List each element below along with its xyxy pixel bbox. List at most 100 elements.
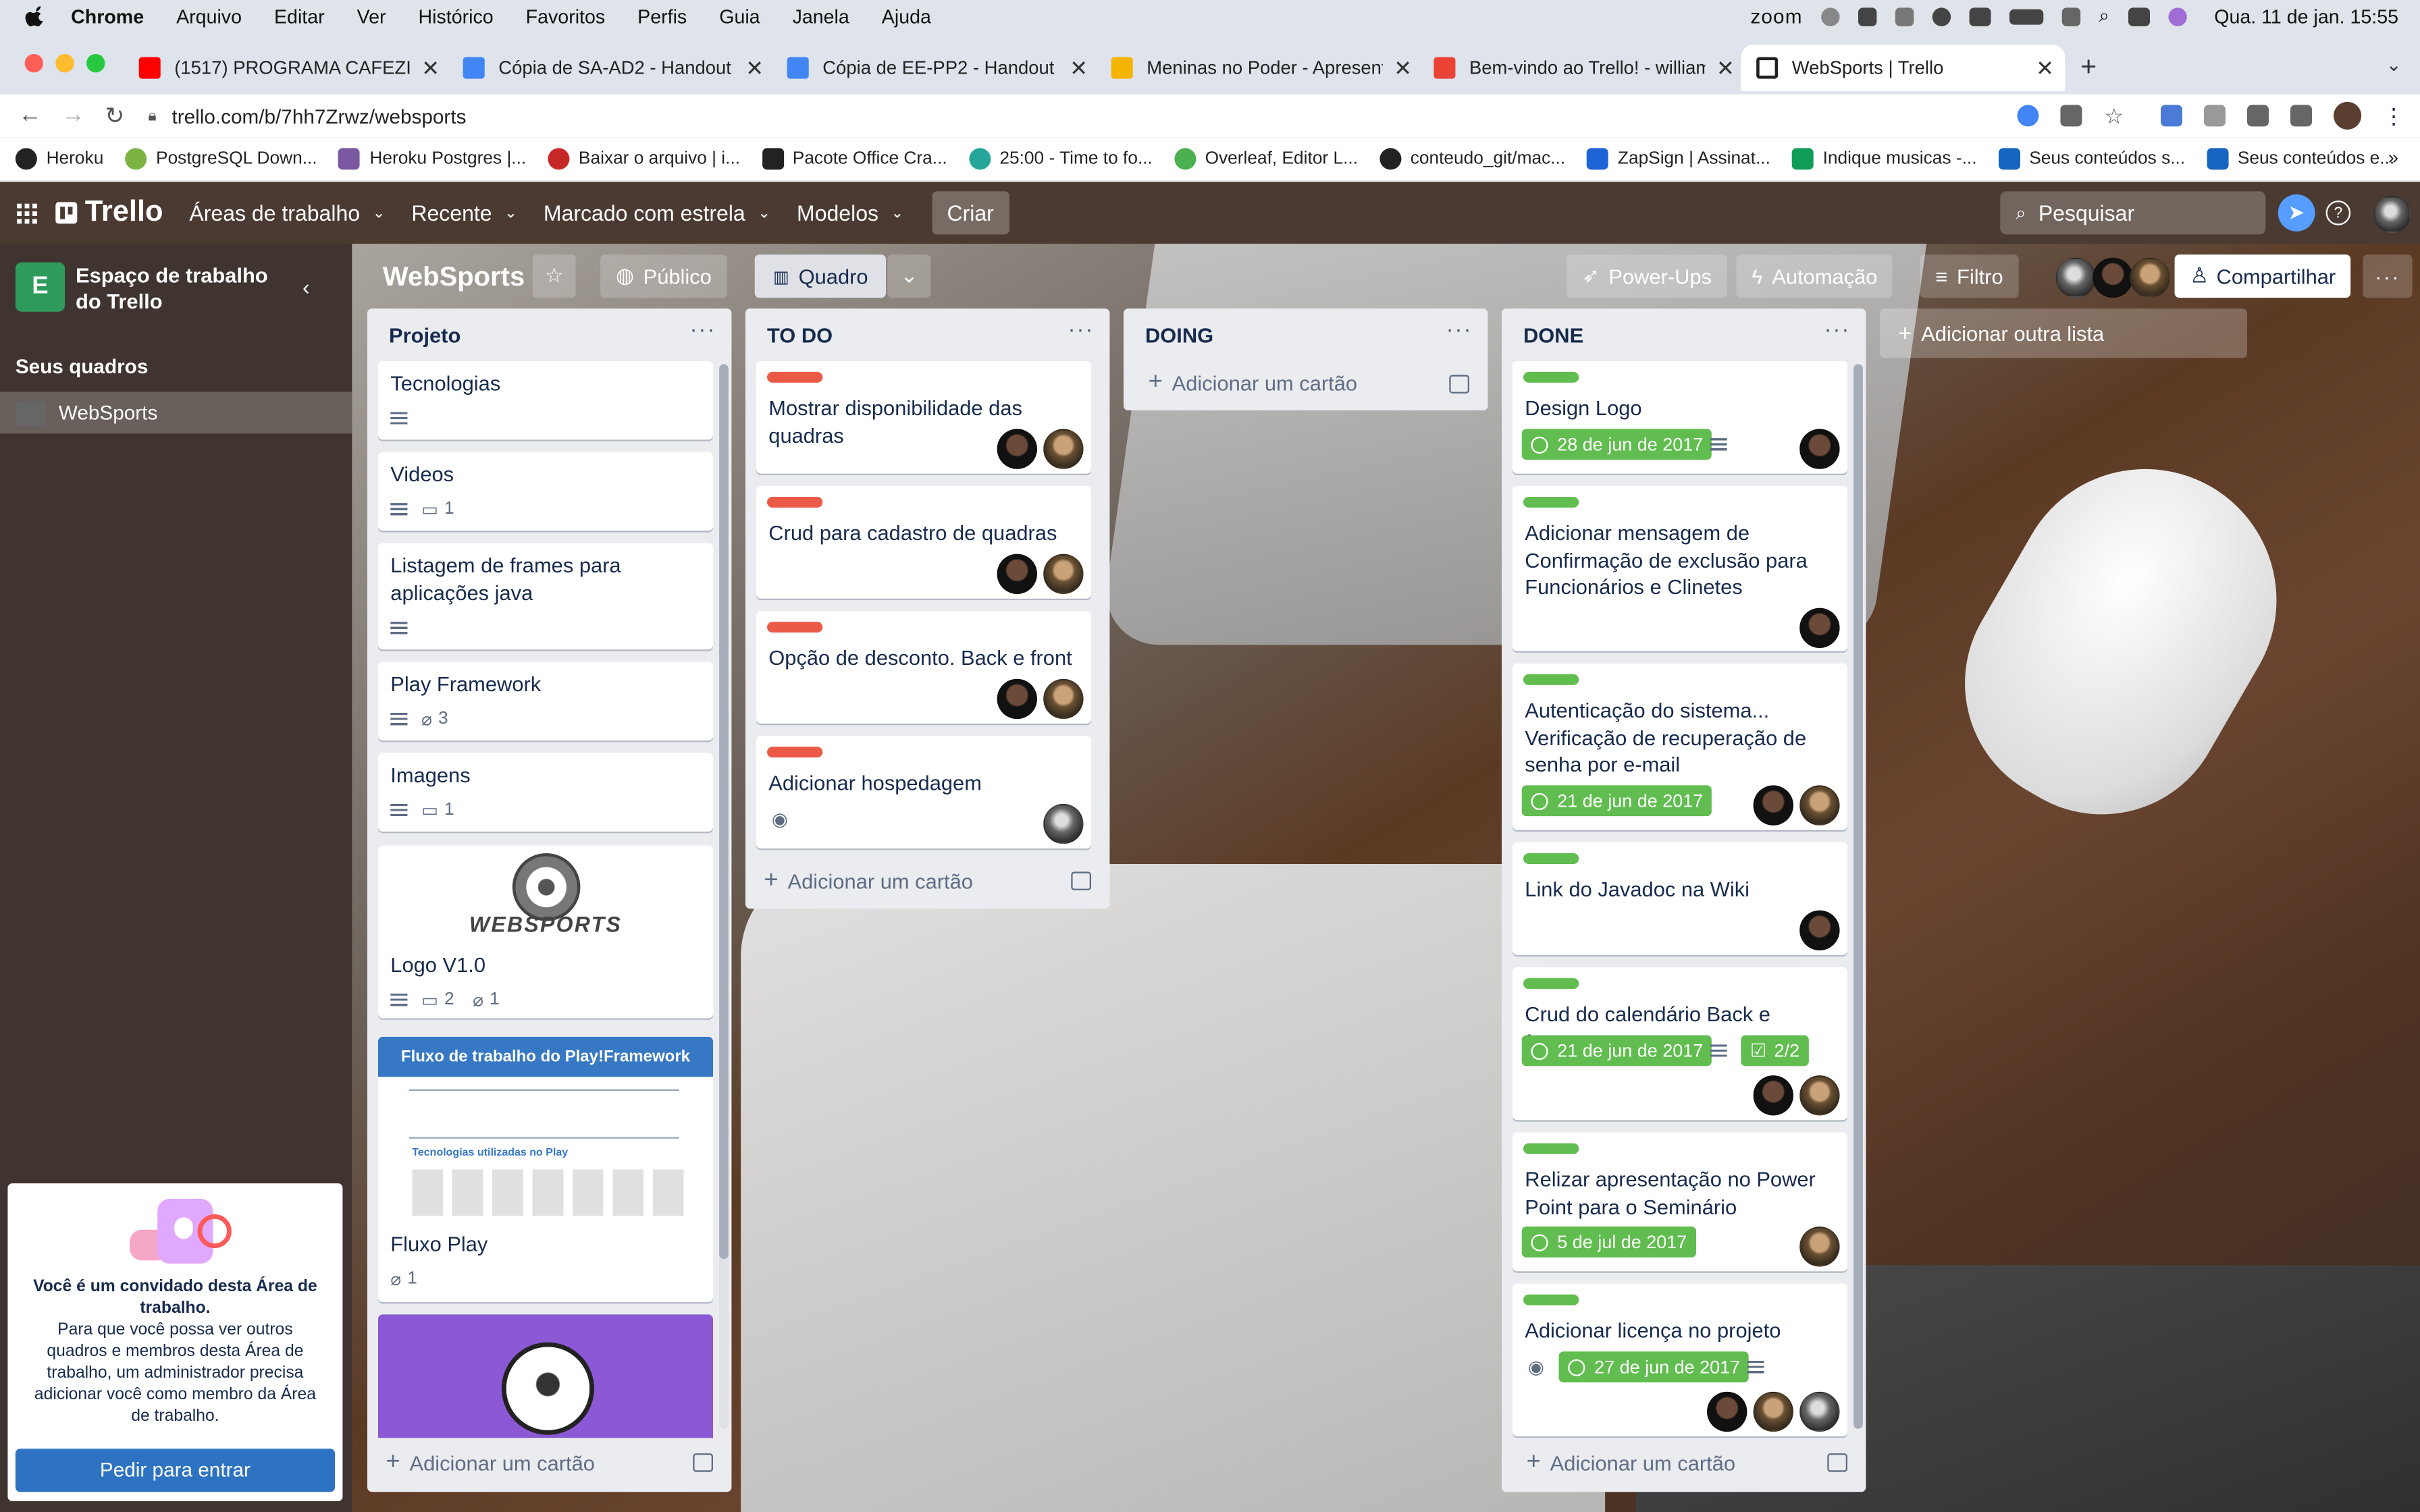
member-avatar[interactable] — [1043, 678, 1084, 720]
chrome-menu-icon[interactable]: ⋮ — [2383, 103, 2404, 129]
card[interactable]: Fluxo de trabalho do Play!Framework Tecn… — [378, 1037, 713, 1303]
siri-icon[interactable] — [2167, 7, 2187, 26]
bookmark-item[interactable]: Heroku — [15, 148, 103, 170]
browser-tab[interactable]: Bem-vindo ao Trello! - william ✕ — [1433, 45, 1736, 91]
bookmark-item[interactable]: conteudo_git/mac... — [1379, 148, 1565, 170]
list-menu-icon[interactable]: ··· — [1446, 317, 1473, 342]
due-date-badge[interactable]: 5 de jul de 2017 — [1521, 1226, 1696, 1258]
account-avatar[interactable] — [2373, 196, 2411, 234]
bookmark-item[interactable]: Heroku Postgres |... — [338, 148, 526, 170]
card-template-icon[interactable] — [693, 1453, 713, 1472]
status-icon-3[interactable] — [1895, 7, 1914, 26]
back-icon[interactable]: ← — [18, 102, 41, 128]
sidebar-board-websports[interactable]: WebSports — [0, 392, 352, 434]
new-tab-icon[interactable]: + — [2080, 51, 2097, 83]
menu-guia[interactable]: Guia — [719, 5, 760, 27]
card-template-icon[interactable] — [1071, 871, 1092, 890]
card-template-icon[interactable] — [1449, 375, 1469, 394]
card[interactable]: Adicionar hospedagem ◉ — [756, 736, 1092, 849]
card[interactable]: Link do Javadoc na Wiki — [1512, 842, 1848, 955]
bookmark-item[interactable]: 25:00 - Time to fo... — [968, 148, 1153, 170]
minimize-window-button[interactable] — [55, 54, 74, 73]
zoom-status[interactable]: zoom — [1750, 5, 1802, 28]
search-input[interactable]: ⌕ Pesquisar — [2000, 191, 2266, 235]
list-menu-icon[interactable]: ··· — [690, 317, 716, 342]
card[interactable]: Design Logo 28 de jun de 2017 — [1512, 360, 1848, 474]
clock[interactable]: Qua. 11 de jan. 15:55 — [2214, 5, 2398, 27]
google-icon[interactable] — [2018, 105, 2040, 127]
menu-perfis[interactable]: Perfis — [637, 5, 687, 27]
status-icon-4[interactable] — [1969, 7, 1991, 26]
add-list-button[interactable]: + Adicionar outra lista — [1880, 308, 2248, 358]
trello-logo[interactable]: Trello — [55, 196, 163, 230]
menu-historico[interactable]: Histórico — [419, 5, 494, 27]
member-avatar[interactable] — [997, 429, 1038, 469]
battery-icon[interactable] — [2009, 8, 2044, 24]
due-date-badge[interactable]: 21 de jun de 2017 — [1521, 1035, 1712, 1066]
board-menu-button[interactable]: ··· — [2363, 254, 2413, 298]
share-icon[interactable] — [2061, 105, 2083, 127]
card-template-icon[interactable] — [1827, 1453, 1848, 1472]
close-tab-icon[interactable]: ✕ — [420, 55, 442, 81]
bookmark-item[interactable]: Baixar o arquivo | i... — [548, 148, 740, 170]
menu-ajuda[interactable]: Ajuda — [882, 5, 931, 27]
card[interactable] — [378, 1314, 713, 1438]
recent-menu[interactable]: Recente ⌄ — [411, 200, 517, 225]
bookmark-star-icon[interactable]: ☆ — [2104, 103, 2124, 129]
card[interactable]: Adicionar mensagem de Confirmação de exc… — [1512, 486, 1848, 651]
list-title[interactable]: DOING — [1145, 324, 1213, 347]
member-avatar[interactable] — [997, 678, 1038, 720]
member-avatar[interactable] — [1799, 608, 1840, 649]
browser-tab[interactable]: Cópia de EE-PP2 - Handout 1- ✕ — [787, 45, 1090, 91]
wifi-icon[interactable] — [2061, 7, 2081, 26]
filter-button[interactable]: ≡ Filtro — [1920, 254, 2019, 298]
member-avatar[interactable] — [2130, 257, 2170, 298]
menu-janela[interactable]: Janela — [793, 5, 849, 27]
due-date-badge[interactable]: 28 de jun de 2017 — [1521, 429, 1712, 460]
card[interactable]: Imagens ▭ 1 — [378, 753, 713, 832]
bookmarks-overflow-icon[interactable]: » — [2388, 146, 2398, 168]
starred-menu[interactable]: Marcado com estrela ⌄ — [544, 200, 770, 225]
member-avatar[interactable] — [1799, 910, 1840, 951]
close-tab-icon[interactable]: ✕ — [1392, 55, 1414, 81]
list-menu-icon[interactable]: ··· — [1824, 317, 1851, 342]
apple-icon[interactable] — [25, 5, 47, 27]
help-icon[interactable]: ? — [2325, 200, 2351, 225]
bookmark-item[interactable]: Overleaf, Editor L... — [1174, 148, 1358, 170]
list-title[interactable]: TO DO — [767, 324, 833, 347]
card[interactable]: Listagem de frames para aplicações java — [378, 543, 713, 650]
list-menu-icon[interactable]: ··· — [1068, 317, 1095, 342]
reload-icon[interactable]: ↻ — [105, 102, 124, 130]
board-view-button[interactable]: ▥ Quadro — [754, 254, 887, 298]
menu-editar[interactable]: Editar — [274, 5, 325, 27]
list-title[interactable]: DONE — [1523, 324, 1583, 347]
sidepanel-icon[interactable] — [2290, 105, 2313, 127]
templates-menu[interactable]: Modelos ⌄ — [797, 200, 903, 225]
checklist-badge[interactable]: ☑ 2/2 — [1741, 1035, 1809, 1066]
workspaces-menu[interactable]: Áreas de trabalho ⌄ — [189, 200, 385, 225]
browser-tab-active[interactable]: WebSports | Trello ✕ — [1741, 45, 2066, 91]
member-avatar[interactable] — [1753, 1391, 1793, 1432]
member-avatar[interactable] — [1707, 1391, 1747, 1432]
tab-search-icon[interactable]: ⌄ — [2386, 54, 2402, 76]
member-avatar[interactable] — [1799, 429, 1840, 469]
member-avatar[interactable] — [1799, 1226, 1840, 1267]
due-date-badge[interactable]: 21 de jun de 2017 — [1521, 785, 1712, 817]
menu-favoritos[interactable]: Favoritos — [526, 5, 606, 27]
card[interactable]: Relizar apresentação no Power Point para… — [1512, 1132, 1848, 1272]
card[interactable]: Adicionar licença no projeto ◉ 27 de jun… — [1512, 1283, 1848, 1436]
board-title[interactable]: WebSports — [383, 261, 525, 293]
bookmark-item[interactable]: Seus conteúdos s... — [1998, 148, 2185, 170]
menu-ver[interactable]: Ver — [357, 5, 386, 27]
add-card-button[interactable]: + Adicionar um cartão — [386, 1449, 595, 1476]
create-button[interactable]: Criar — [931, 191, 1009, 235]
member-avatar[interactable] — [1753, 785, 1793, 826]
menu-arquivo[interactable]: Arquivo — [176, 5, 242, 27]
status-icon-1[interactable] — [1821, 7, 1840, 26]
list-scrollbar[interactable] — [1853, 364, 1863, 1429]
add-card-button[interactable]: + Adicionar um cartão — [1149, 369, 1358, 396]
list-title[interactable]: Projeto — [389, 324, 461, 347]
collapse-sidebar-icon[interactable]: ‹ — [302, 275, 310, 300]
add-card-button[interactable]: + Adicionar um cartão — [1527, 1449, 1736, 1476]
card[interactable]: Crud para cadastro de quadras — [756, 486, 1092, 599]
